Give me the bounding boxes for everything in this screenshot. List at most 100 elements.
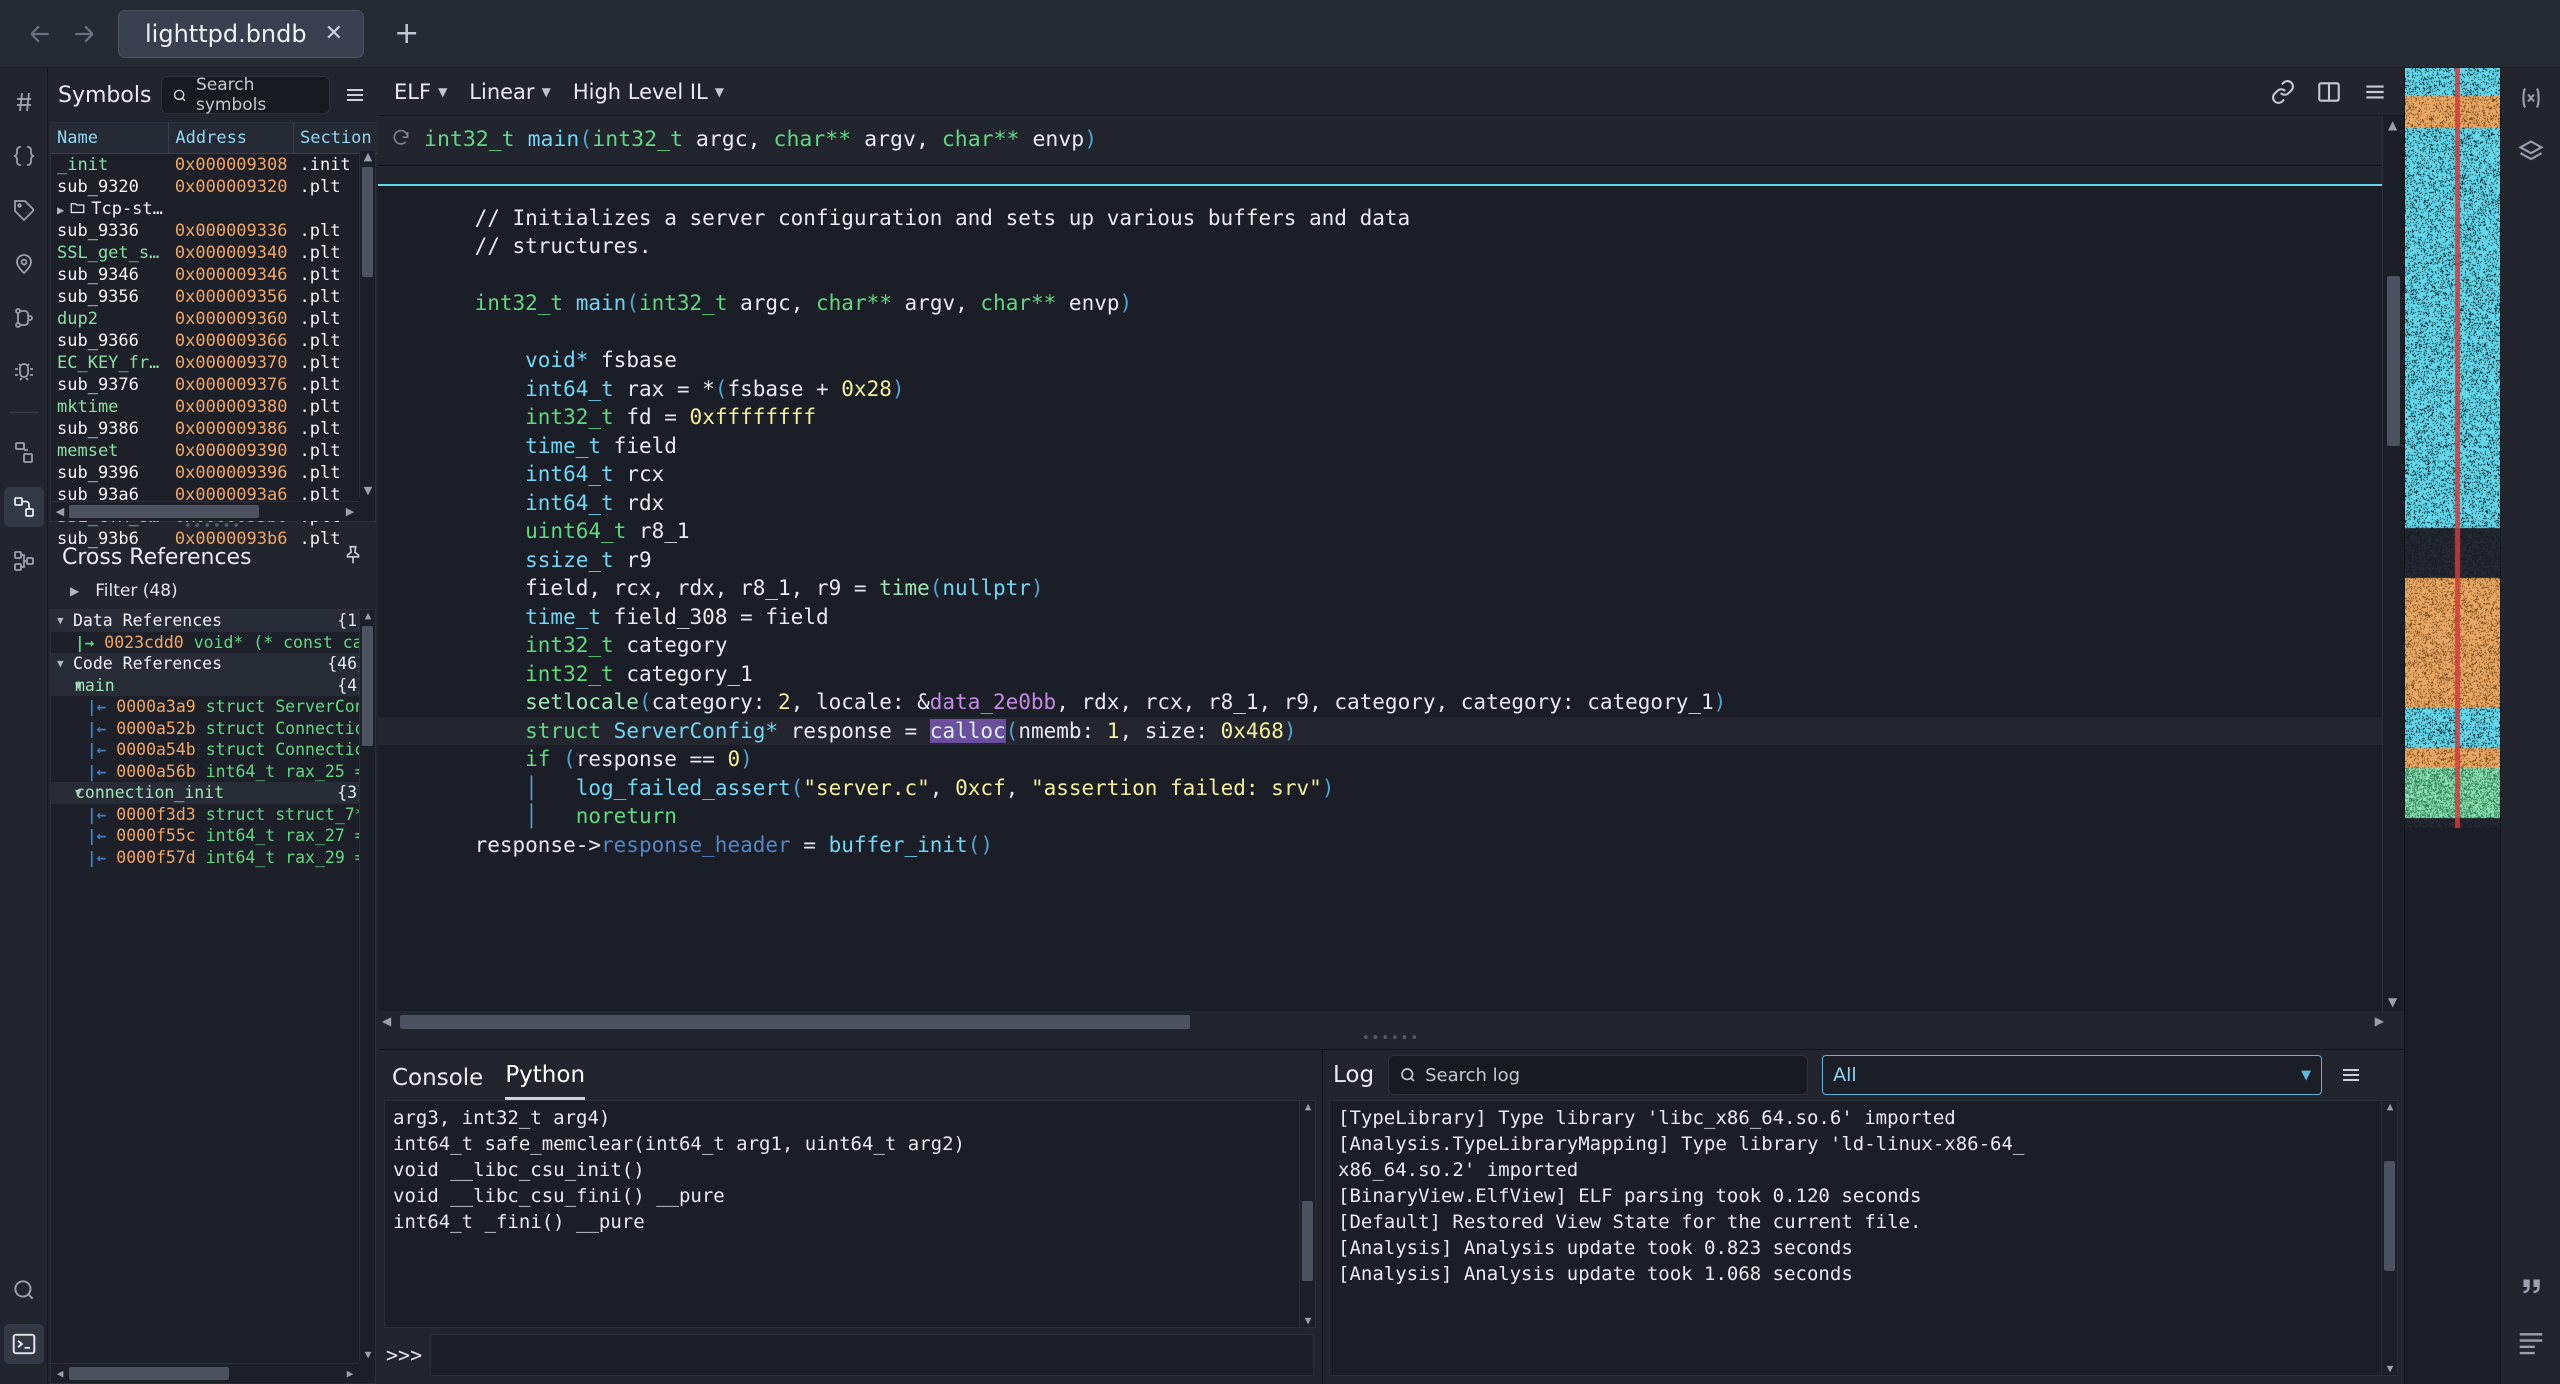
table-row[interactable]: sub_93560x000009356.plt xyxy=(51,286,378,308)
new-tab-button[interactable]: + xyxy=(384,16,429,51)
chevron-right-icon[interactable]: ▶ xyxy=(57,203,64,217)
variables-icon[interactable] xyxy=(2517,84,2545,112)
symbols-vertical-scrollbar[interactable]: ▲ ▼ xyxy=(359,151,375,497)
search-icon[interactable] xyxy=(4,1270,44,1310)
table-row[interactable]: sub_93460x000009346.plt xyxy=(51,264,378,286)
table-row[interactable]: dup20x000009360.plt xyxy=(51,308,378,330)
scroll-down-arrow[interactable]: ▼ xyxy=(2388,995,2397,1009)
table-row[interactable]: sub_93660x000009366.plt xyxy=(51,330,378,352)
hash-icon[interactable] xyxy=(4,82,44,122)
link-icon[interactable] xyxy=(2270,79,2296,105)
scroll-up-arrow[interactable]: ▲ xyxy=(2388,118,2397,132)
components-icon[interactable] xyxy=(4,433,44,473)
scroll-down-arrow[interactable]: ▼ xyxy=(2384,1363,2396,1375)
layout-dropdown[interactable]: Linear ▼ xyxy=(469,80,551,104)
pin-icon[interactable] xyxy=(342,544,364,571)
view-menu-button[interactable] xyxy=(2362,79,2388,105)
hscroll-thumb[interactable] xyxy=(69,1367,229,1380)
comments-icon[interactable] xyxy=(2516,1272,2546,1302)
scroll-up-arrow[interactable]: ▲ xyxy=(362,151,374,163)
scroll-left-arrow[interactable]: ◀ xyxy=(53,505,67,518)
xref-item[interactable]: |←0000a52b struct Connection* xyxy=(51,718,375,740)
xrefs-filter-row[interactable]: ▶ Filter (48) xyxy=(48,577,378,609)
code-view[interactable]: int32_t main(int32_t argc, char** argv, … xyxy=(378,116,2404,1033)
tab-console[interactable]: Console xyxy=(392,1065,483,1100)
hscroll-thumb[interactable] xyxy=(69,505,259,518)
log-level-select[interactable]: All ▼ xyxy=(1822,1055,2322,1095)
scroll-thumb[interactable] xyxy=(2384,1161,2395,1271)
scroll-up-arrow[interactable]: ▲ xyxy=(2384,1101,2396,1113)
table-row[interactable]: ▶Tcp-st… xyxy=(51,198,378,220)
symbols-menu-button[interactable] xyxy=(340,80,370,110)
tag-icon[interactable] xyxy=(4,190,44,230)
xref-item[interactable]: |←0000a56b int64_t rax_25 = ca xyxy=(51,761,375,783)
table-row[interactable]: sub_93960x000009396.plt xyxy=(51,462,378,484)
terminal-icon[interactable] xyxy=(4,1324,44,1364)
xref-item[interactable]: |←0000f3d3 struct struct_7* ra xyxy=(51,804,375,826)
tab-lighttpd-bndb[interactable]: lighttpd.bndb ✕ xyxy=(118,10,364,58)
scroll-thumb[interactable] xyxy=(2387,276,2400,446)
symbols-horizontal-scrollbar[interactable]: ◀ ▶ xyxy=(51,501,359,521)
hscroll-thumb[interactable] xyxy=(400,1015,1190,1029)
branch-icon[interactable] xyxy=(4,298,44,338)
chevron-down-icon[interactable]: ▼ xyxy=(57,614,73,627)
search-log-input[interactable]: Search log xyxy=(1388,1055,1808,1095)
console-input[interactable] xyxy=(430,1334,1314,1376)
scroll-up-arrow[interactable]: ▲ xyxy=(1302,1101,1314,1113)
chevron-down-icon[interactable]: ▼ xyxy=(57,657,73,670)
log-menu-button[interactable] xyxy=(2336,1060,2366,1090)
search-symbols-input[interactable]: Search symbols xyxy=(161,76,330,114)
code-vertical-scrollbar[interactable]: ▲ ▼ xyxy=(2382,116,2404,1011)
lines-icon[interactable] xyxy=(2516,1328,2546,1358)
scroll-down-arrow[interactable]: ▼ xyxy=(1302,1315,1314,1327)
location-pin-icon[interactable] xyxy=(4,244,44,284)
chevron-down-icon[interactable]: ▼ xyxy=(57,679,75,692)
xref-subgroup[interactable]: ▼main{4} xyxy=(51,675,375,697)
xref-item[interactable]: |←0000f55c int64_t rax_27 = ca xyxy=(51,825,375,847)
xrefs-horizontal-scrollbar[interactable]: ◀ ▶ xyxy=(51,1363,359,1383)
scroll-left-arrow[interactable]: ◀ xyxy=(53,1367,67,1380)
scroll-right-arrow[interactable]: ▶ xyxy=(343,505,357,518)
code-line-calloc[interactable]: struct ServerConfig* response = calloc(n… xyxy=(378,717,2404,746)
table-row[interactable]: sub_93860x000009386.plt xyxy=(51,418,378,440)
console-vertical-scrollbar[interactable]: ▲ ▼ xyxy=(1299,1101,1315,1327)
split-pane-icon[interactable] xyxy=(2316,79,2342,105)
scroll-thumb[interactable] xyxy=(362,626,373,746)
table-row[interactable]: SSL_get_s…0x000009340.plt xyxy=(51,242,378,264)
scroll-down-arrow[interactable]: ▼ xyxy=(362,1349,374,1361)
structure-icon[interactable] xyxy=(4,541,44,581)
il-dropdown[interactable]: High Level IL ▼ xyxy=(573,80,724,104)
braces-icon[interactable] xyxy=(4,136,44,176)
scroll-thumb[interactable] xyxy=(1302,1201,1313,1281)
table-row[interactable]: _init0x000009308.init xyxy=(51,154,378,177)
xref-group[interactable]: ▼Data References{1} xyxy=(51,610,375,632)
back-button[interactable] xyxy=(18,12,62,56)
log-output[interactable]: [TypeLibrary] Type library 'libc_x86_64.… xyxy=(1329,1100,2398,1376)
scroll-right-arrow[interactable]: ▶ xyxy=(343,1367,357,1380)
col-section[interactable]: Section xyxy=(293,123,378,154)
console-output[interactable]: arg3, int32_t arg4)int64_t safe_memclear… xyxy=(384,1100,1316,1328)
code-horizontal-scrollbar[interactable]: ◀ ▶ xyxy=(378,1011,2404,1033)
minimap-canvas[interactable] xyxy=(2405,68,2500,1384)
xref-item[interactable]: |→0023cdd0 void* (* const callo xyxy=(51,632,375,654)
xref-item[interactable]: |←0000f57d int64_t rax_29 = ca xyxy=(51,847,375,869)
table-row[interactable]: EC_KEY_fr…0x000009370.plt xyxy=(51,352,378,374)
table-row[interactable]: sub_93200x000009320.plt xyxy=(51,176,378,198)
chevron-down-icon[interactable]: ▼ xyxy=(57,786,75,799)
col-name[interactable]: Name xyxy=(51,123,169,154)
layers-icon[interactable] xyxy=(2517,138,2545,166)
scroll-thumb[interactable] xyxy=(362,167,373,277)
log-vertical-scrollbar[interactable]: ▲ ▼ xyxy=(2381,1101,2397,1375)
scroll-up-arrow[interactable]: ▲ xyxy=(362,610,374,622)
format-dropdown[interactable]: ELF ▼ xyxy=(394,80,447,104)
highlighted-token-calloc[interactable]: calloc xyxy=(930,719,1006,743)
xrefs-vertical-scrollbar[interactable]: ▲ ▼ xyxy=(359,610,375,1361)
col-address[interactable]: Address xyxy=(169,123,294,154)
refresh-icon[interactable] xyxy=(378,126,424,153)
xref-subgroup[interactable]: ▼connection_init{3} xyxy=(51,782,375,804)
binary-minimap[interactable] xyxy=(2404,68,2500,1384)
forward-button[interactable] xyxy=(62,12,106,56)
hierarchy-icon[interactable] xyxy=(4,487,44,527)
close-icon[interactable]: ✕ xyxy=(325,21,343,46)
xref-item[interactable]: |←0000a54b struct Connection* xyxy=(51,739,375,761)
